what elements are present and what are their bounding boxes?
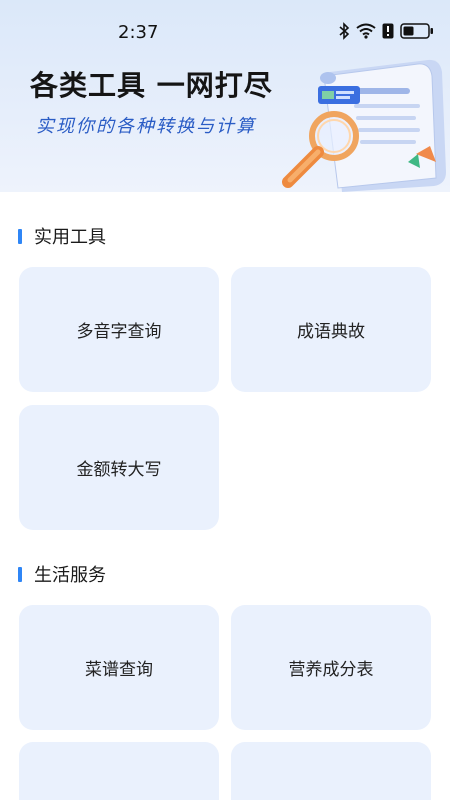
service-card-partial-2[interactable]	[231, 742, 431, 800]
section-header: 生活服务	[18, 562, 106, 586]
hero-banner: 2:37 各类工具 一网打尽 实现你的各种转换与计算	[0, 0, 450, 192]
wifi-icon	[356, 23, 376, 39]
hero-subtitle: 实现你的各种转换与计算	[36, 116, 256, 137]
tool-card-label: 多音字查询	[76, 322, 162, 342]
document-magnifier-illustration	[268, 54, 450, 192]
section-title: 生活服务	[34, 565, 106, 586]
section-accent-bar	[18, 566, 22, 582]
alert-icon	[382, 23, 394, 39]
service-card-label: 营养成分表	[288, 660, 374, 680]
tool-card-idiom-stories[interactable]: 成语典故	[231, 267, 431, 392]
tool-card-label: 成语典故	[297, 322, 365, 342]
status-icons	[338, 22, 434, 40]
service-card-label: 菜谱查询	[85, 660, 153, 680]
section-title: 实用工具	[34, 227, 106, 248]
service-card-nutrition-table[interactable]: 营养成分表	[231, 605, 431, 730]
service-card-recipe-query[interactable]: 菜谱查询	[19, 605, 219, 730]
tool-card-polyphone-query[interactable]: 多音字查询	[19, 267, 219, 392]
section-accent-bar	[18, 228, 22, 244]
status-time: 2:37	[118, 22, 159, 43]
hero-title: 各类工具 一网打尽	[30, 69, 273, 102]
bluetooth-icon	[338, 22, 350, 40]
tool-card-amount-to-uppercase[interactable]: 金额转大写	[19, 405, 219, 530]
battery-icon	[400, 23, 434, 39]
section-header: 实用工具	[18, 224, 106, 248]
service-card-partial-1[interactable]	[19, 742, 219, 800]
tool-card-label: 金额转大写	[76, 460, 162, 480]
